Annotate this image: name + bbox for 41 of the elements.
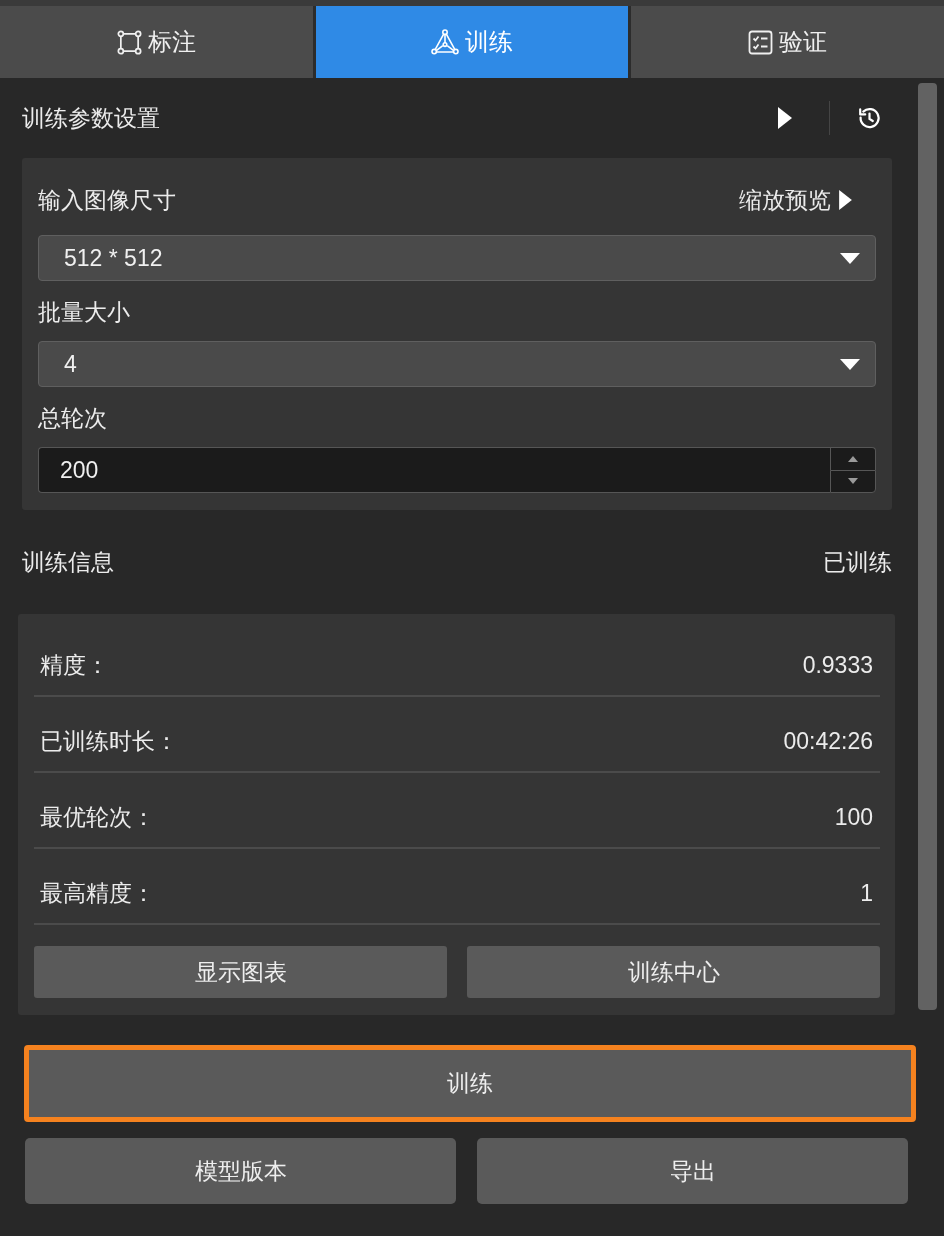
info-value: 1 [860,879,873,908]
caret-up-icon [848,455,858,462]
info-label: 最优轮次： [40,803,155,832]
export-button[interactable]: 导出 [477,1138,908,1204]
training-center-button[interactable]: 训练中心 [467,946,880,998]
status-text: 已训练 [823,547,892,577]
history-button[interactable] [857,105,882,131]
tab[interactable]: 训练 [315,6,629,78]
info-value: 00:42:26 [783,727,873,756]
dropdown[interactable]: 512 * 512 [38,235,876,281]
checklist-icon [748,29,774,55]
tab[interactable]: 标注 [0,6,313,78]
info-value: 0.9333 [802,651,873,680]
dropdown[interactable]: 4 [38,341,876,387]
train-button[interactable]: 训练 [24,1045,916,1122]
model-version-button[interactable]: 模型版本 [25,1138,456,1204]
field-label: 输入图像尺寸 [38,185,176,215]
info-label: 精度： [40,651,109,680]
history-icon [857,105,882,131]
caret-down-icon [848,478,858,485]
number-input[interactable]: 200 [38,447,830,493]
field-label: 总轮次 [38,403,107,433]
tab[interactable]: 验证 [631,6,944,78]
zoom-preview-toggle[interactable]: 缩放预览 [739,185,852,215]
bounding-box-icon [116,29,142,55]
caret-down-icon [840,252,860,264]
section-title: 训练参数设置 [22,103,160,133]
section-title: 训练信息 [22,547,114,577]
info-value: 100 [834,803,873,832]
play-icon [839,190,852,210]
info-label: 已训练时长： [40,727,178,756]
run-button[interactable] [778,107,792,129]
play-icon [778,107,792,129]
scrollbar[interactable] [918,83,937,1010]
field-label: 批量大小 [38,297,130,327]
caret-down-icon [840,358,860,370]
show-chart-button[interactable]: 显示图表 [34,946,447,998]
info-label: 最高精度： [40,879,155,908]
increment-button[interactable] [830,447,876,470]
decrement-button[interactable] [830,469,876,493]
triangle-nodes-icon [431,29,459,55]
